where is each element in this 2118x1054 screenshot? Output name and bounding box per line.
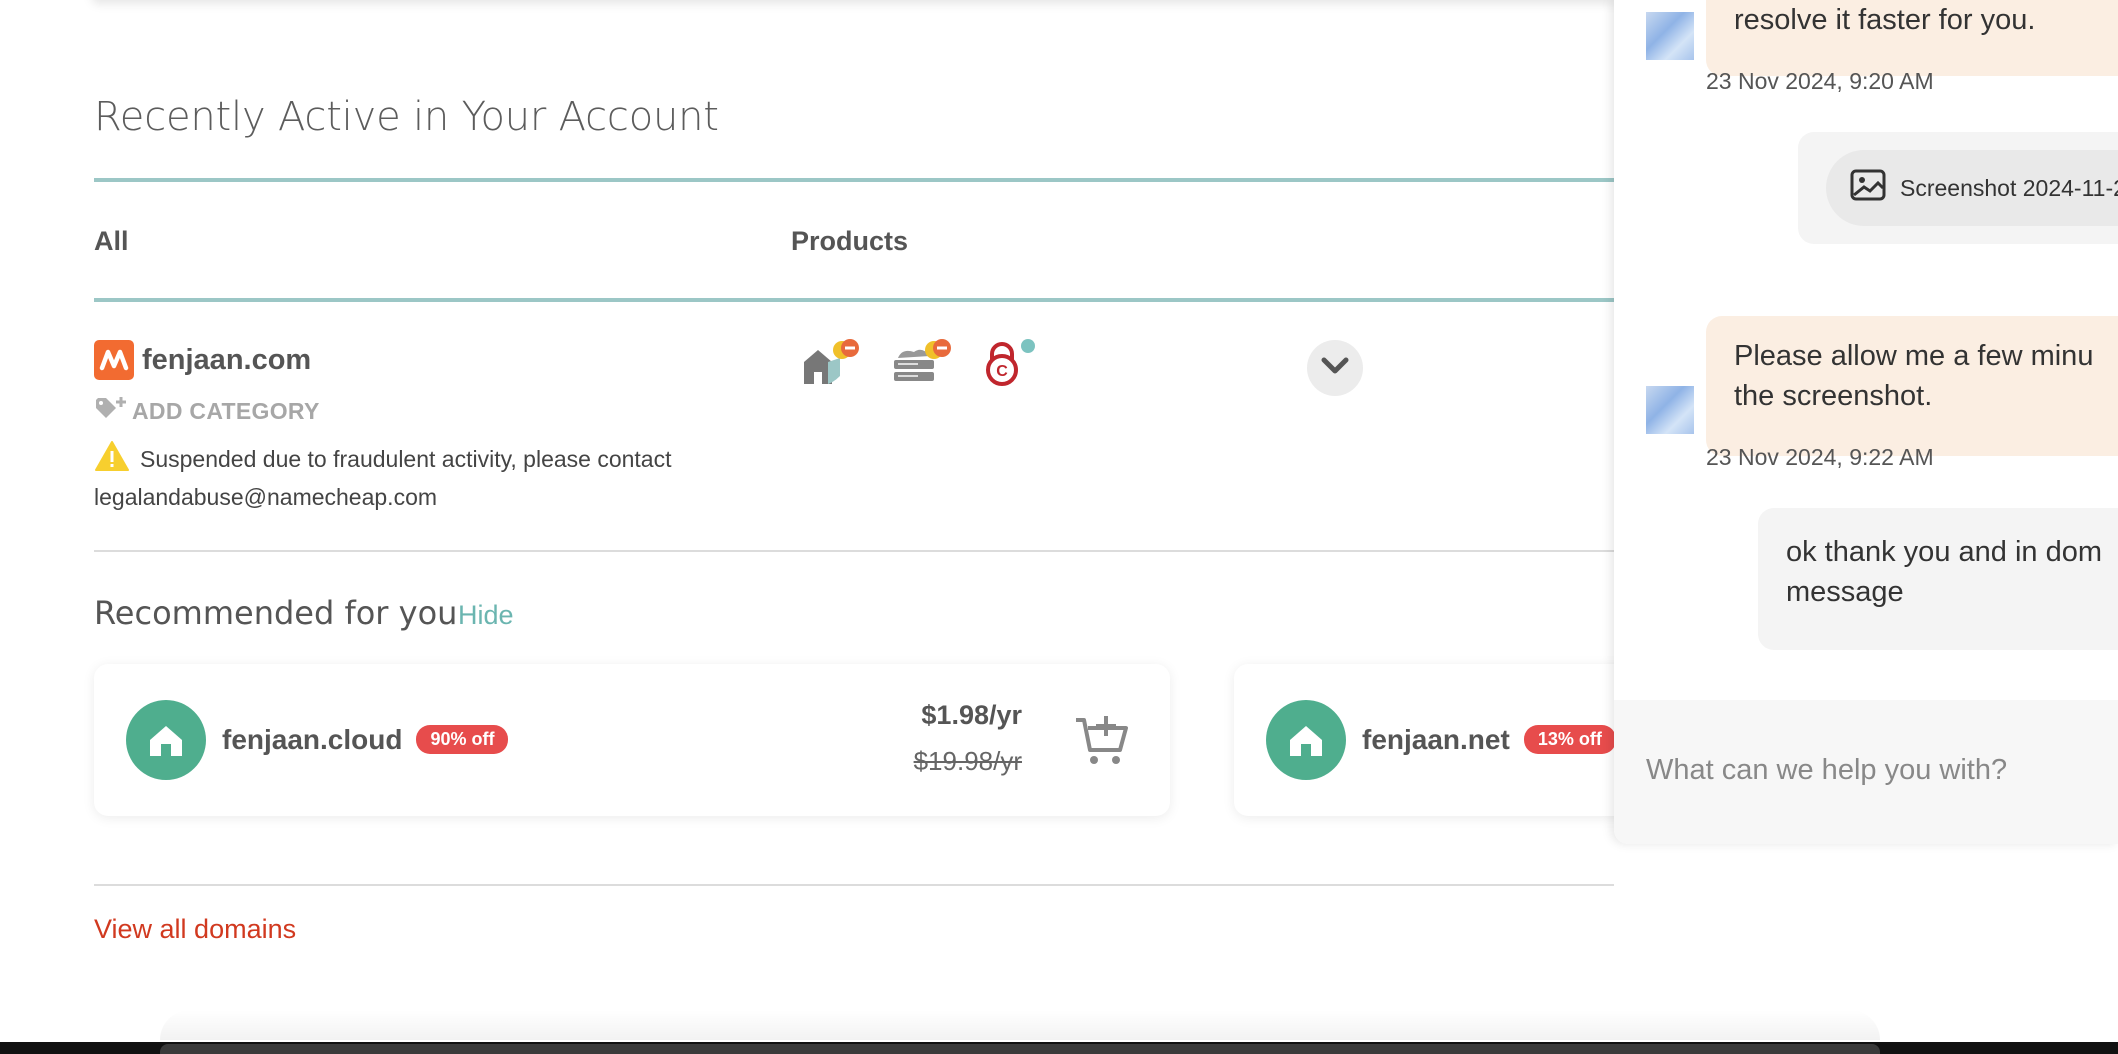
add-category-label: ADD CATEGORY bbox=[132, 397, 320, 424]
section-title: Recently Active in Your Account bbox=[94, 94, 719, 140]
screenshot-attachment[interactable]: Screenshot 2024-11-2 bbox=[1826, 150, 2118, 226]
row-divider bbox=[94, 550, 1614, 552]
hosting-suspended-icon[interactable] bbox=[800, 338, 862, 391]
view-all-domains-link[interactable]: View all domains bbox=[94, 914, 296, 945]
ssl-lock-icon[interactable]: C bbox=[984, 338, 1046, 391]
image-file-icon bbox=[1850, 169, 1886, 207]
recommended-domain-name: fenjaan.cloud bbox=[222, 724, 403, 755]
old-price: $19.98/yr bbox=[913, 746, 1022, 776]
recommended-domain-name: fenjaan.net bbox=[1362, 724, 1510, 755]
agent-avatar bbox=[1646, 12, 1694, 60]
agent-message-text: the screenshot. bbox=[1734, 380, 1933, 412]
user-message-text: message bbox=[1786, 576, 1904, 608]
warning-icon bbox=[94, 440, 130, 478]
tab-all[interactable]: All bbox=[94, 226, 129, 257]
discount-badge: 90% off bbox=[416, 725, 509, 755]
recommended-domain: fenjaan.net 13% off bbox=[1362, 724, 1616, 756]
add-category-button[interactable]: ADD CATEGORY bbox=[94, 394, 320, 428]
user-message: ok thank you and in dom message bbox=[1758, 508, 2118, 650]
page-bottom-shadow bbox=[160, 1010, 1880, 1040]
chevron-down-icon bbox=[1320, 356, 1350, 381]
message-timestamp: 23 Nov 2024, 9:20 AM bbox=[1706, 68, 1934, 94]
add-to-cart-button[interactable] bbox=[1074, 712, 1130, 773]
chat-input-placeholder: What can we help you with? bbox=[1646, 754, 2008, 786]
user-message-text: ok thank you and in dom bbox=[1786, 536, 2102, 568]
tab-products[interactable]: Products bbox=[791, 226, 908, 257]
home-icon bbox=[126, 700, 206, 780]
svg-text:C: C bbox=[996, 363, 1008, 380]
recommendation-card[interactable]: fenjaan.cloud 90% off $1.98/yr $19.98/yr bbox=[94, 664, 1170, 816]
price: $1.98/yr bbox=[921, 700, 1022, 730]
agent-message: resolve it faster for you. bbox=[1706, 0, 2118, 76]
recommended-domain: fenjaan.cloud 90% off bbox=[222, 724, 509, 756]
server-suspended-icon[interactable] bbox=[892, 338, 954, 391]
agent-message-text: resolve it faster for you. bbox=[1734, 4, 2036, 36]
discount-badge: 13% off bbox=[1523, 725, 1616, 755]
tabs-divider bbox=[94, 298, 1614, 302]
agent-message-text: Please allow me a few minu bbox=[1734, 340, 2094, 372]
recommended-title: Recommended for you bbox=[94, 594, 458, 632]
dock-edge bbox=[160, 1044, 1880, 1054]
abuse-email: legalandabuse@namecheap.com bbox=[94, 484, 438, 510]
footer-divider bbox=[94, 884, 1614, 886]
live-chat-panel: resolve it faster for you. 23 Nov 2024, … bbox=[1614, 0, 2118, 844]
namecheap-logo-icon bbox=[94, 340, 134, 380]
domain-name-link[interactable]: fenjaan.com bbox=[142, 344, 311, 377]
expand-row-button[interactable] bbox=[1307, 340, 1363, 396]
home-icon bbox=[1266, 700, 1346, 780]
product-icons: C bbox=[800, 338, 1046, 391]
header-divider bbox=[94, 178, 1614, 182]
warning-text: Suspended due to fraudulent activity, pl… bbox=[140, 445, 672, 472]
hide-recommendations-link[interactable]: Hide bbox=[458, 600, 514, 631]
attachment-filename: Screenshot 2024-11-2 bbox=[1900, 174, 2118, 201]
chat-input[interactable]: What can we help you with? bbox=[1614, 700, 2118, 844]
message-timestamp: 23 Nov 2024, 9:22 AM bbox=[1706, 444, 1934, 470]
agent-message: Please allow me a few minu the screensho… bbox=[1706, 316, 2118, 456]
cart-add-icon bbox=[1074, 716, 1130, 772]
suspension-warning: Suspended due to fraudulent activity, pl… bbox=[94, 440, 671, 478]
agent-avatar bbox=[1646, 386, 1694, 434]
tag-add-icon bbox=[94, 394, 128, 428]
